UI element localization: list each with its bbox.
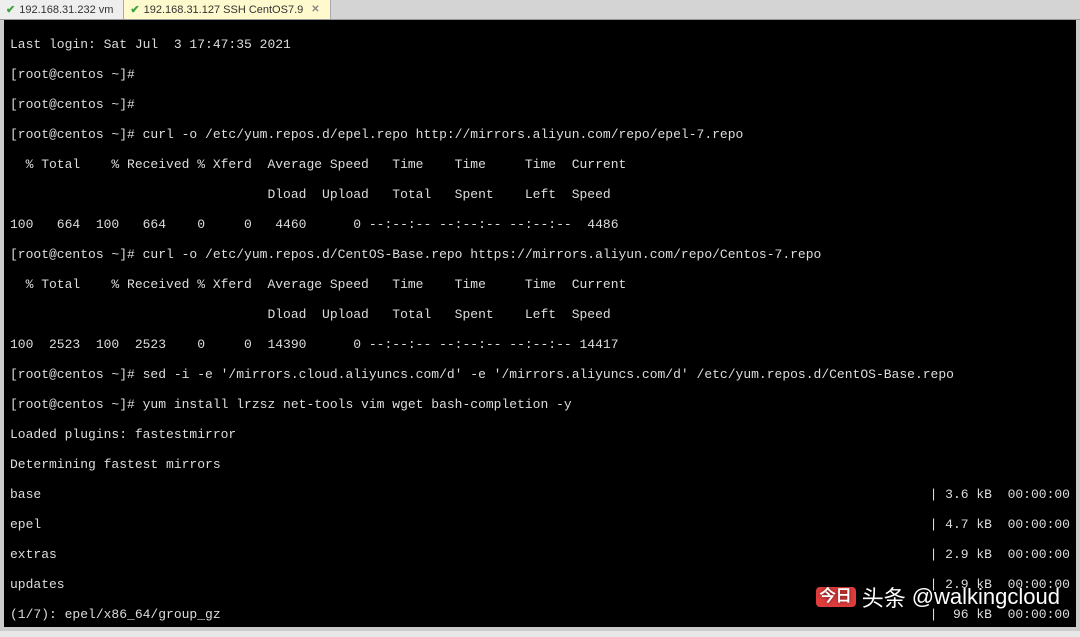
terminal-output[interactable]: Last login: Sat Jul 3 17:47:35 2021 [roo… — [0, 20, 1080, 631]
check-icon: ✔ — [6, 3, 15, 16]
tab-label: 192.168.31.232 vm — [19, 4, 113, 16]
terminal-line: [root@centos ~]# sed -i -e '/mirrors.clo… — [10, 367, 1070, 382]
terminal-line: Dload Upload Total Spent Left Speed — [10, 187, 1070, 202]
tab-bar: ✔ 192.168.31.232 vm ✔ 192.168.31.127 SSH… — [0, 0, 1080, 20]
check-icon: ✔ — [130, 3, 139, 16]
terminal-line: [root@centos ~]# curl -o /etc/yum.repos.… — [10, 247, 1070, 262]
terminal-line: Loaded plugins: fastestmirror — [10, 427, 1070, 442]
close-icon[interactable]: ✕ — [311, 4, 319, 15]
terminal-line: Determining fastest mirrors — [10, 457, 1070, 472]
progress-row: epel| 4.7 kB 00:00:00 — [10, 517, 1070, 532]
terminal-line: [root@centos ~]# yum install lrzsz net-t… — [10, 397, 1070, 412]
tab-label: 192.168.31.127 SSH CentOS7.9 — [144, 4, 304, 16]
progress-row: extras| 2.9 kB 00:00:00 — [10, 547, 1070, 562]
terminal-line: Dload Upload Total Spent Left Speed — [10, 307, 1070, 322]
watermark-handle: @walkingcloud — [912, 584, 1060, 610]
terminal-line: [root@centos ~]# curl -o /etc/yum.repos.… — [10, 127, 1070, 142]
watermark: 今日 头条 @walkingcloud — [816, 581, 1060, 613]
terminal-line: 100 2523 100 2523 0 0 14390 0 --:--:-- -… — [10, 337, 1070, 352]
terminal-line: 100 664 100 664 0 0 4460 0 --:--:-- --:-… — [10, 217, 1070, 232]
terminal-line: [root@centos ~]# — [10, 97, 1070, 112]
tab-vm[interactable]: ✔ 192.168.31.232 vm — [0, 0, 124, 19]
terminal-line: [root@centos ~]# — [10, 67, 1070, 82]
progress-row: base| 3.6 kB 00:00:00 — [10, 487, 1070, 502]
watermark-prefix: 头条 — [862, 581, 906, 613]
tab-ssh-centos[interactable]: ✔ 192.168.31.127 SSH CentOS7.9 ✕ — [124, 0, 330, 19]
terminal-line: Last login: Sat Jul 3 17:47:35 2021 — [10, 37, 1070, 52]
toutiao-logo-icon: 今日 — [816, 587, 856, 607]
terminal-line: % Total % Received % Xferd Average Speed… — [10, 277, 1070, 292]
terminal-line: % Total % Received % Xferd Average Speed… — [10, 157, 1070, 172]
